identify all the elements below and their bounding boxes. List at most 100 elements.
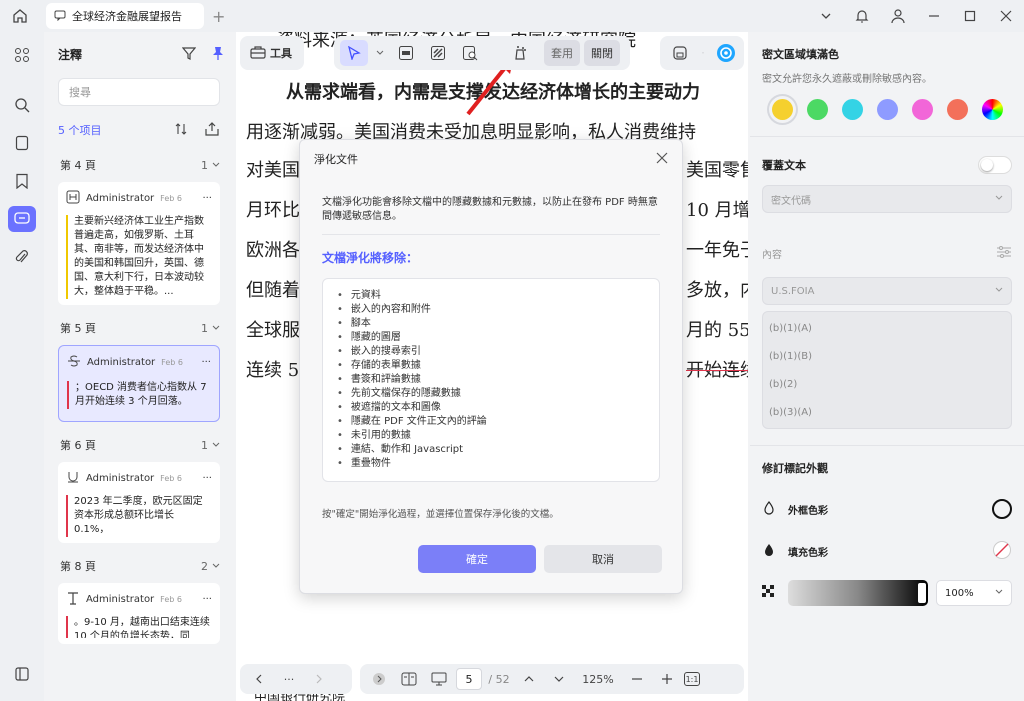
swatch-pink[interactable]	[912, 99, 933, 120]
thumbnails-icon[interactable]	[0, 36, 44, 74]
pages-icon[interactable]	[0, 124, 44, 162]
content-option[interactable]: (b)(1)(B)	[763, 342, 1011, 370]
previous-page-icon[interactable]	[516, 667, 542, 691]
next-page-icon[interactable]	[546, 667, 572, 691]
search-icon[interactable]	[0, 86, 44, 124]
user-icon[interactable]	[880, 0, 916, 32]
sanitize-document-button[interactable]	[506, 40, 534, 66]
annotation-card[interactable]: Administrator Feb 6 ··· 主要新兴经济体工业生产指数普遍走…	[58, 182, 220, 305]
sanitize-dialog: 淨化文件 文檔淨化功能會移除文檔中的隱藏數據和元數據，以防止在發布 PDF 時無…	[299, 139, 683, 594]
swatch-yellow[interactable]	[772, 99, 793, 120]
close-redact-button[interactable]: 關閉	[584, 40, 620, 66]
annotation-panel: 注釋 搜尋 5 个项目 第 4 頁 1 Administrator Feb 6 …	[44, 32, 234, 701]
annotation-card[interactable]: Administrator Feb 6 ··· 2023 年二季度，欧元区固定资…	[58, 462, 220, 543]
opacity-icon	[762, 584, 788, 602]
more-button[interactable]: ···	[276, 667, 302, 691]
redact-toolbar: 套用 關閉	[334, 36, 630, 70]
opacity-slider[interactable]	[788, 580, 928, 606]
annotation-search-input[interactable]: 搜尋	[58, 78, 220, 106]
new-tab-button[interactable]: +	[212, 7, 225, 26]
comment-icon	[54, 9, 66, 24]
search-redact-button[interactable]	[456, 40, 484, 66]
overlay-text-toggle[interactable]	[978, 156, 1012, 174]
minimize-icon[interactable]	[916, 0, 952, 32]
doc-line: 10 月增	[686, 200, 748, 221]
list-item: 存儲的表單數據	[337, 359, 645, 373]
ai-assistant-button[interactable]	[712, 40, 740, 66]
swatch-cyan[interactable]	[842, 99, 863, 120]
more-icon[interactable]: ···	[202, 594, 212, 605]
chevron-down-icon[interactable]	[808, 0, 844, 32]
swatch-green[interactable]	[807, 99, 828, 120]
opacity-select[interactable]: 100%	[936, 580, 1012, 606]
tools-button[interactable]: 工具	[246, 40, 296, 66]
toolbox-icon	[250, 45, 266, 62]
page-total: / 52	[488, 672, 510, 686]
chevron-down-icon[interactable]	[372, 40, 388, 66]
fill-color-none-swatch[interactable]	[992, 540, 1012, 563]
bell-icon[interactable]	[844, 0, 880, 32]
annotation-card-selected[interactable]: Administrator Feb 6 ··· ；OECD 消费者信心指数从 7…	[58, 345, 220, 422]
more-icon[interactable]: ···	[201, 357, 211, 368]
page-group-label: 第 5 頁	[60, 322, 96, 335]
content-select[interactable]: U.S.FOIA	[762, 277, 1012, 305]
select-tool-button[interactable]	[340, 40, 368, 66]
dialog-hint: 按"確定"開始淨化過程，並選擇位置保存淨化後的文檔。	[322, 509, 559, 520]
border-color-swatch[interactable]	[992, 499, 1012, 519]
page-number-input[interactable]: 5	[456, 668, 482, 690]
redact-text-button[interactable]	[392, 40, 420, 66]
filter-icon[interactable]	[181, 46, 197, 63]
redact-area-button[interactable]	[424, 40, 452, 66]
save-button[interactable]	[666, 40, 694, 66]
zoom-out-icon[interactable]	[624, 667, 650, 691]
more-icon[interactable]: ···	[202, 473, 212, 484]
zoom-in-icon[interactable]	[654, 667, 680, 691]
actual-size-button[interactable]: 1:1	[684, 672, 700, 686]
close-icon[interactable]	[656, 152, 668, 167]
chevron-down-icon[interactable]	[698, 40, 708, 66]
swatch-blue[interactable]	[877, 99, 898, 120]
doc-line: 欧洲各	[246, 240, 300, 261]
page-group-5[interactable]: 第 5 頁 1	[44, 311, 234, 345]
content-option[interactable]: (b)(3)(A)	[763, 398, 1011, 426]
bookmark-icon[interactable]	[0, 162, 44, 200]
content-options-list: (b)(1)(A) (b)(1)(B) (b)(2) (b)(3)(A)	[762, 311, 1012, 429]
page-group-4[interactable]: 第 4 頁 1	[44, 148, 234, 182]
annotation-card[interactable]: Administrator Feb 6 ··· 。9-10 月，越南出口结束连续…	[58, 583, 220, 644]
color-swatches	[750, 85, 1024, 120]
maximize-icon[interactable]	[952, 0, 988, 32]
swatch-orange[interactable]	[947, 99, 968, 120]
presentation-icon[interactable]	[426, 667, 452, 691]
content-option[interactable]: (b)(1)(A)	[763, 314, 1011, 342]
doc-line: 全球服	[246, 320, 300, 341]
confirm-button[interactable]: 確定	[418, 545, 536, 573]
content-option[interactable]: (b)(2)	[763, 370, 1011, 398]
sort-icon[interactable]	[174, 122, 188, 139]
list-item: 元資料	[337, 289, 645, 303]
pin-icon[interactable]	[212, 46, 224, 63]
swatch-custom-color[interactable]	[982, 99, 1003, 120]
cursor-icon	[348, 46, 361, 60]
page-group-count: 1	[201, 438, 208, 452]
export-icon[interactable]	[204, 121, 220, 139]
chevron-left-icon[interactable]	[246, 667, 272, 691]
page-group-8[interactable]: 第 8 頁 2	[44, 549, 234, 583]
redact-code-select[interactable]: 密文代碼	[762, 185, 1012, 213]
chevron-right-icon[interactable]	[306, 667, 332, 691]
collapse-icon[interactable]	[366, 667, 392, 691]
document-tab[interactable]: 全球经济金融展望报告	[46, 3, 204, 29]
panel-toggle-icon[interactable]	[0, 655, 44, 693]
home-icon[interactable]	[0, 0, 40, 32]
attachment-icon[interactable]	[0, 238, 44, 276]
apply-button[interactable]: 套用	[544, 40, 580, 66]
comments-panel-icon[interactable]	[0, 200, 44, 238]
page-group-6[interactable]: 第 6 頁 1	[44, 428, 234, 462]
more-icon[interactable]: ···	[202, 193, 212, 204]
cancel-button[interactable]: 取消	[544, 545, 662, 573]
dialog-title: 淨化文件	[314, 153, 358, 166]
settings-sliders-icon[interactable]	[996, 245, 1012, 262]
page-layout-icon[interactable]	[396, 667, 422, 691]
card-author: Administrator	[86, 193, 155, 204]
zoom-level[interactable]: 125%	[576, 667, 620, 691]
close-window-icon[interactable]	[988, 0, 1024, 32]
